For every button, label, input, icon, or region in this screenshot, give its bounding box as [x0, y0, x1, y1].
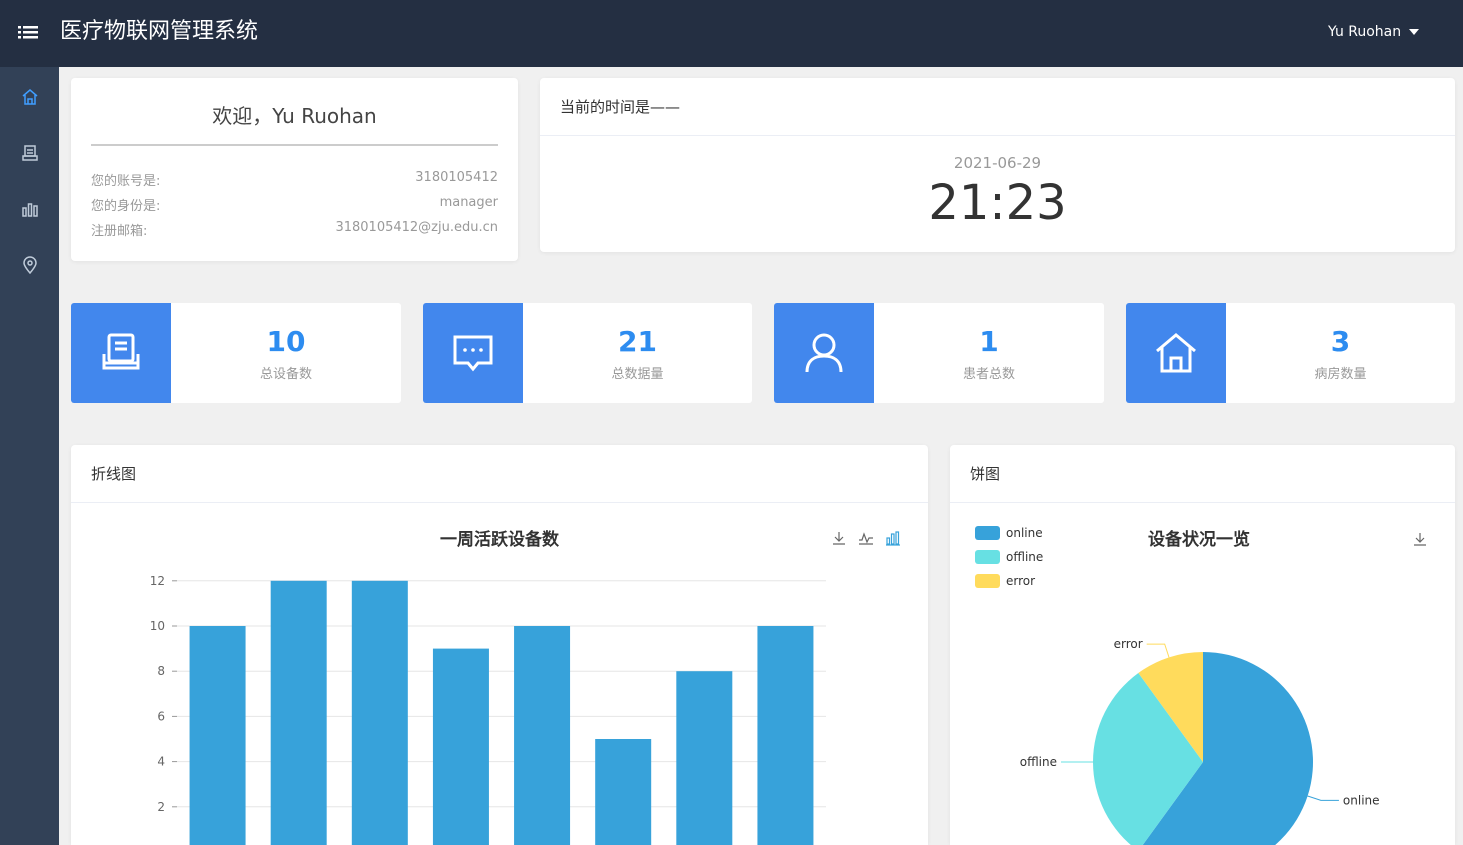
home-icon [1156, 333, 1196, 373]
bar[interactable] [676, 671, 733, 845]
stat-label: 患者总数 [962, 367, 1015, 382]
stat-value: 3 [1330, 325, 1351, 358]
user-icon [805, 333, 843, 373]
top-navbar: 医疗物联网管理系统 Yu Ruohan [0, 0, 1463, 67]
bar[interactable] [432, 648, 489, 845]
y-tick-label: 2 [157, 800, 165, 814]
stat-card-data[interactable]: 21 总数据量 [423, 303, 752, 403]
chevron-down-icon [1409, 29, 1420, 35]
info-value: manager [439, 195, 498, 210]
welcome-card: 欢迎，Yu Ruohan 您的账号是: 3180105412 您的身份是: ma… [71, 78, 518, 261]
pie-chart: online offline error [1020, 637, 1380, 845]
info-label: 注册邮箱: [91, 224, 148, 239]
device-icon [102, 333, 140, 370]
sidebar-item-home[interactable] [0, 69, 59, 125]
stat-label: 总设备数 [259, 367, 312, 382]
info-row-role: 您的身份是: manager [91, 195, 498, 214]
y-tick-label: 12 [150, 574, 165, 588]
stat-value: 21 [618, 325, 657, 358]
stat-icon-box [774, 303, 874, 403]
pie-label: offline [1020, 755, 1057, 769]
chart-icon [21, 203, 38, 217]
y-tick-label: 4 [157, 755, 165, 769]
info-value: 3180105412@zju.edu.cn [335, 220, 498, 235]
bar[interactable] [189, 626, 246, 845]
bar[interactable] [757, 626, 814, 845]
info-row-account: 您的账号是: 3180105412 [91, 170, 498, 189]
bar[interactable] [595, 739, 652, 845]
y-tick-label: 6 [157, 709, 165, 723]
pie-label-line [1146, 643, 1170, 658]
stat-value: 10 [266, 325, 306, 358]
sidebar [0, 67, 59, 845]
menu-toggle-icon[interactable] [17, 22, 39, 42]
stat-card-wards[interactable]: 3 病房数量 [1126, 303, 1455, 403]
divider [91, 144, 498, 146]
stat-icon-box [423, 303, 523, 403]
info-label: 您的账号是: [91, 174, 161, 189]
stat-card-patients[interactable]: 1 患者总数 [774, 303, 1104, 403]
bar[interactable] [351, 580, 408, 845]
stat-label: 总数据量 [611, 367, 664, 382]
home-icon [22, 89, 37, 105]
info-value: 3180105412 [415, 170, 498, 185]
app-title: 医疗物联网管理系统 [60, 19, 259, 44]
stat-label: 病房数量 [1314, 367, 1367, 382]
bar[interactable] [270, 580, 327, 845]
info-label: 您的身份是: [91, 199, 161, 214]
user-dropdown[interactable]: Yu Ruohan [1328, 22, 1420, 42]
pie-chart-card: 饼图 设备状况一览 online offline error online off… [950, 445, 1455, 845]
y-tick-label: 8 [157, 664, 165, 678]
username-label: Yu Ruohan [1328, 24, 1402, 40]
location-icon [22, 256, 37, 274]
sidebar-item-devices[interactable] [0, 125, 59, 181]
clock-card: 当前的时间是—— 2021-06-29 21:23 [540, 78, 1455, 252]
stat-icon-box [71, 303, 171, 403]
bar-chart: 2 4 6 8 10 12 [150, 574, 826, 845]
info-row-email: 注册邮箱: 3180105412@zju.edu.cn [91, 220, 498, 239]
current-date: 2021-06-29 [953, 154, 1042, 172]
bar-chart-card: 折线图 一周活跃设备数 2 4 6 8 10 12 [71, 445, 928, 845]
clock-card-header: 当前的时间是—— [540, 78, 1455, 136]
bar[interactable] [514, 626, 571, 845]
sidebar-item-charts[interactable] [0, 181, 59, 237]
pie-label-line [1307, 795, 1339, 801]
pie-label: online [1343, 793, 1380, 807]
message-icon [453, 335, 493, 372]
stat-icon-box [1126, 303, 1226, 403]
current-time: 21:23 [928, 175, 1067, 231]
device-icon [21, 145, 38, 161]
stat-card-devices[interactable]: 10 总设备数 [71, 303, 401, 403]
pie-label: error [1114, 637, 1143, 651]
welcome-title: 欢迎，Yu Ruohan [212, 104, 377, 128]
y-tick-label: 10 [150, 619, 165, 633]
sidebar-item-location[interactable] [0, 237, 59, 293]
stat-value: 1 [979, 325, 999, 358]
